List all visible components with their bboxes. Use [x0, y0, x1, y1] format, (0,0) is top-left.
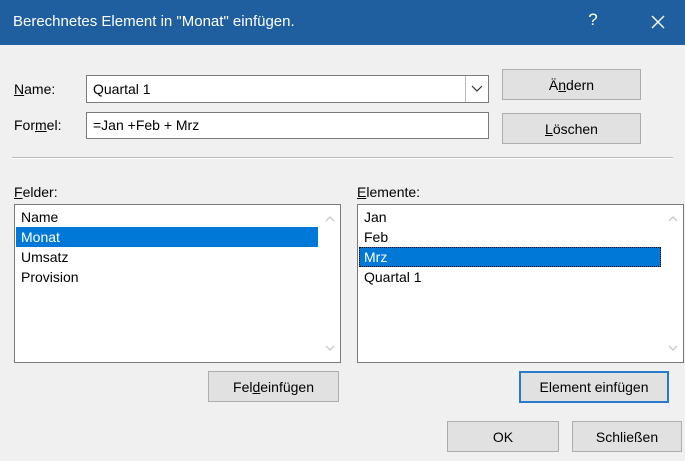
- ok-button[interactable]: OK: [447, 421, 559, 452]
- elements-list-item[interactable]: Quartal 1: [359, 267, 661, 287]
- combobox-dropdown-button[interactable]: [465, 76, 488, 102]
- elements-scrollbar[interactable]: [663, 205, 683, 362]
- formula-input[interactable]: =Jan +Feb + Mrz: [86, 112, 489, 139]
- elements-list-item[interactable]: Feb: [359, 227, 661, 247]
- formula-label: Formel:: [14, 117, 62, 133]
- elements-list-item[interactable]: Jan: [359, 207, 661, 227]
- close-icon: [651, 15, 665, 29]
- elements-listbox[interactable]: Jan Feb Mrz Quartal 1: [357, 204, 684, 363]
- fields-label: Felder:: [14, 184, 58, 200]
- name-label: Name:: [14, 81, 56, 97]
- scroll-up-icon[interactable]: [320, 211, 340, 227]
- change-button[interactable]: Än dern: [502, 69, 641, 100]
- insert-field-button[interactable]: Fel d einfügen: [208, 371, 339, 402]
- insert-element-button[interactable]: Element einfü g en: [519, 371, 669, 403]
- chevron-down-icon: [471, 85, 483, 92]
- fields-scrollbar[interactable]: [320, 205, 340, 362]
- scroll-up-icon[interactable]: [663, 211, 683, 227]
- close-dialog-button[interactable]: Schließen: [572, 421, 682, 452]
- close-button[interactable]: [641, 7, 675, 37]
- fields-listbox[interactable]: Name Monat Umsatz Provision: [14, 204, 341, 363]
- elements-list-item[interactable]: Mrz: [359, 247, 661, 267]
- fields-list-item[interactable]: Umsatz: [16, 247, 318, 267]
- scroll-down-icon[interactable]: [663, 340, 683, 356]
- fields-list-item[interactable]: Name: [16, 207, 318, 227]
- fields-list-item[interactable]: Monat: [16, 227, 318, 247]
- name-combobox[interactable]: Quartal 1: [86, 75, 489, 103]
- fields-list-items: Name Monat Umsatz Provision: [16, 207, 318, 287]
- scroll-down-icon[interactable]: [320, 340, 340, 356]
- separator: [12, 157, 673, 159]
- formula-input-value: =Jan +Feb + Mrz: [93, 117, 200, 133]
- dialog-title: Berechnetes Element in "Monat" einfügen.: [13, 13, 295, 30]
- elements-list-items: Jan Feb Mrz Quartal 1: [359, 207, 661, 287]
- delete-button[interactable]: Löschen: [502, 113, 641, 144]
- help-button[interactable]: ?: [578, 10, 608, 30]
- fields-list-item[interactable]: Provision: [16, 267, 318, 287]
- dialog-titlebar: Berechnetes Element in "Monat" einfügen.…: [0, 0, 685, 45]
- name-combobox-value: Quartal 1: [93, 81, 151, 97]
- elements-label: Elemente:: [357, 184, 421, 200]
